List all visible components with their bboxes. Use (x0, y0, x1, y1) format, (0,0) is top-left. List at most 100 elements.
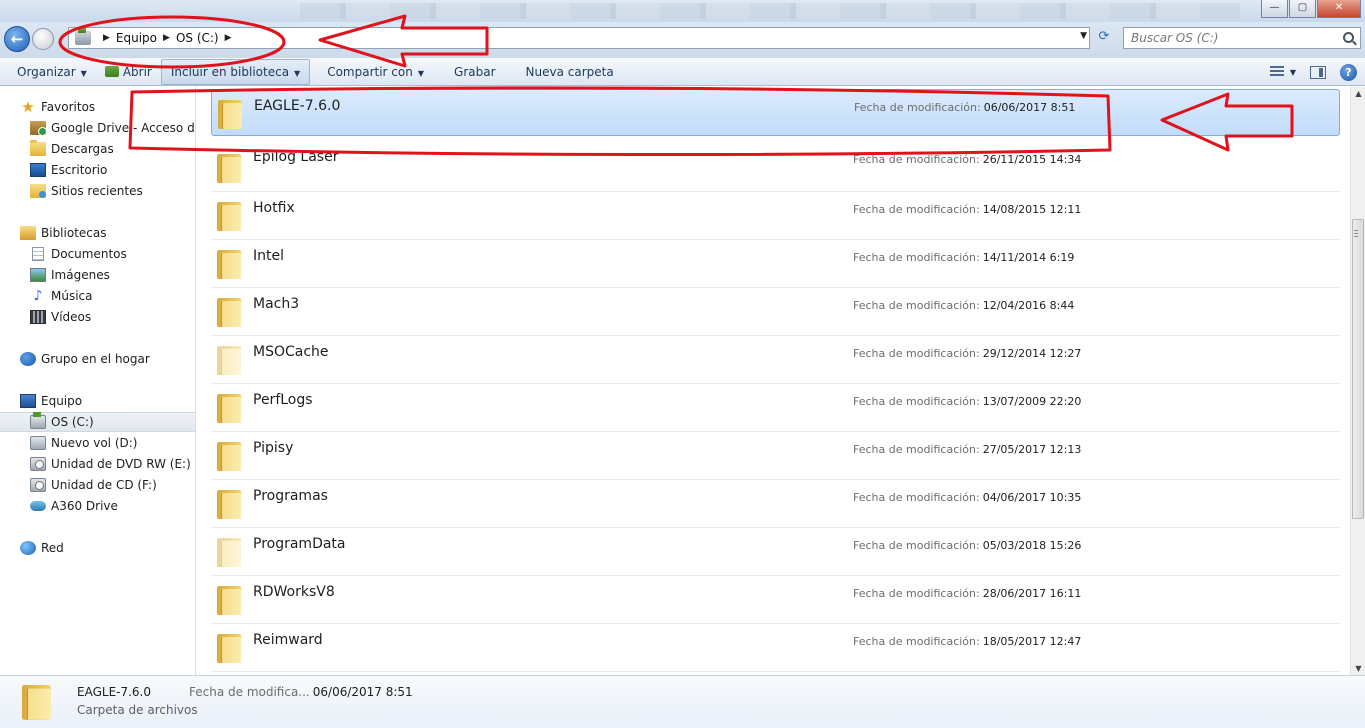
google-drive-icon (30, 121, 47, 136)
nav-label: Grupo en el hogar (41, 352, 150, 366)
nav-label: Descargas (51, 142, 114, 156)
change-view-button[interactable]: ▼ (1269, 66, 1296, 78)
file-row[interactable]: ProgramData Fecha de modificación: 05/03/… (211, 528, 1340, 576)
music-icon: ♪ (33, 288, 43, 304)
cd-drive-icon (30, 478, 46, 492)
file-date: Fecha de modificación: 26/11/2015 14:34 (853, 153, 1082, 166)
nav-downloads[interactable]: Descargas (0, 139, 195, 159)
nav-recent-places[interactable]: Sitios recientes (0, 181, 195, 201)
chevron-down-icon: ▼ (1289, 67, 1296, 77)
details-name: EAGLE-7.6.0 (77, 685, 152, 699)
nav-pictures[interactable]: Imágenes (0, 265, 195, 285)
file-row[interactable]: PerfLogs Fecha de modificación: 13/07/200… (211, 384, 1340, 432)
nav-videos[interactable]: Vídeos (0, 307, 195, 327)
file-name: PerfLogs (253, 392, 313, 408)
vertical-scrollbar[interactable]: ▲ ▼ (1350, 87, 1365, 675)
os-drive-icon (30, 412, 46, 429)
scroll-down-icon[interactable]: ▼ (1354, 664, 1363, 673)
refresh-icon[interactable]: ⟳ (1094, 29, 1114, 47)
nav-a360-drive[interactable]: A360 Drive (0, 496, 195, 516)
chevron-down-icon: ▼ (80, 68, 87, 78)
nav-label: Unidad de DVD RW (E:) 28 j (51, 457, 195, 471)
nav-label: Google Drive - Acceso directo (51, 121, 195, 135)
nav-documents[interactable]: Documentos (0, 244, 195, 264)
computer-icon (20, 394, 36, 408)
nav-desktop[interactable]: Escritorio (0, 160, 195, 180)
include-library-button[interactable]: Incluir en biblioteca ▼ (160, 58, 311, 85)
file-name: MSOCache (253, 344, 329, 360)
open-button[interactable]: Abrir (96, 59, 161, 85)
nav-homegroup[interactable]: Grupo en el hogar (0, 349, 195, 369)
video-icon (30, 310, 46, 324)
nav-label: Equipo (41, 394, 83, 408)
file-row[interactable]: Programas Fecha de modificación: 04/06/20… (211, 480, 1340, 528)
file-row[interactable]: Reimward Fecha de modificación: 18/05/201… (211, 624, 1340, 672)
file-list: EAGLE-7.6.0 Fecha de modificación: 06/06/… (197, 87, 1350, 675)
organize-button[interactable]: Organizar ▼ (8, 59, 96, 85)
nav-label: Nuevo vol (D:) (51, 436, 138, 450)
file-row[interactable]: Mach3 Fecha de modificación: 12/04/2016 8… (211, 288, 1340, 336)
nav-drive-f[interactable]: Unidad de CD (F:) (0, 475, 195, 495)
file-name: Epilog Laser (253, 149, 339, 165)
organize-label: Organizar (17, 64, 76, 79)
breadcrumb-chevron-icon[interactable]: ▶ (225, 33, 232, 43)
folder-icon (217, 298, 241, 327)
address-bar[interactable]: ▶ Equipo ▶ OS (C:) ▶ ▼ (68, 27, 1090, 49)
file-row[interactable]: MSOCache Fecha de modificación: 29/12/201… (211, 336, 1340, 384)
nav-drive-d[interactable]: Nuevo vol (D:) (0, 433, 195, 453)
nav-label: Vídeos (51, 310, 92, 324)
file-row[interactable]: EAGLE-7.6.0 Fecha de modificación: 06/06/… (211, 89, 1340, 136)
folder-icon (217, 202, 241, 231)
preview-pane-icon[interactable] (1310, 65, 1326, 79)
breadcrumb-chevron-icon[interactable]: ▶ (103, 33, 110, 43)
scroll-grip-icon (1354, 230, 1358, 238)
breadcrumb-drive-c[interactable]: OS (C:) (176, 31, 219, 45)
search-icon[interactable] (1343, 32, 1354, 43)
nav-network[interactable]: Red (0, 538, 195, 558)
new-folder-button[interactable]: Nueva carpeta (517, 59, 623, 85)
file-row[interactable]: Epilog Laser Fecha de modificación: 26/11… (211, 144, 1340, 192)
network-icon (20, 541, 36, 555)
file-name: RDWorksV8 (253, 584, 335, 600)
folder-icon (217, 634, 241, 663)
close-button[interactable]: ✕ (1317, 0, 1361, 18)
address-dropdown-icon[interactable]: ▼ (1080, 31, 1087, 41)
breadcrumb-computer[interactable]: Equipo (116, 31, 157, 45)
search-input[interactable]: Buscar OS (C:) (1123, 27, 1361, 49)
nav-libraries[interactable]: Bibliotecas (0, 223, 195, 243)
file-date: Fecha de modificación: 29/12/2014 12:27 (853, 347, 1082, 360)
breadcrumb-chevron-icon[interactable]: ▶ (163, 33, 170, 43)
file-row[interactable]: Hotfix Fecha de modificación: 14/08/2015 … (211, 192, 1340, 240)
scroll-up-icon[interactable]: ▲ (1354, 89, 1363, 98)
share-button[interactable]: Compartir con ▼ (318, 59, 433, 85)
chevron-down-icon: ▼ (417, 68, 425, 78)
folder-icon (217, 250, 241, 279)
file-row[interactable]: Intel Fecha de modificación: 14/11/2014 6… (211, 240, 1340, 288)
nav-music[interactable]: ♪ Música (0, 286, 195, 306)
nav-label: Sitios recientes (51, 184, 143, 198)
help-icon[interactable]: ? (1340, 63, 1357, 81)
nav-computer[interactable]: Equipo (0, 391, 195, 411)
open-icon (104, 65, 119, 77)
nav-label: OS (C:) (51, 415, 94, 429)
nav-favorites[interactable]: ★ Favoritos (0, 97, 195, 117)
file-date: Fecha de modificación: 04/06/2017 10:35 (853, 491, 1082, 504)
file-name: Intel (253, 248, 284, 264)
navigation-pane: ★ Favoritos Google Drive - Acceso directo… (0, 87, 196, 675)
nav-drive-e[interactable]: Unidad de DVD RW (E:) 28 j (0, 454, 195, 474)
back-button[interactable]: ← (4, 26, 30, 52)
nav-label: Documentos (51, 247, 127, 261)
nav-google-drive[interactable]: Google Drive - Acceso directo (0, 118, 195, 138)
forward-button[interactable] (32, 28, 54, 50)
file-date: Fecha de modificación: 12/04/2016 8:44 (853, 299, 1075, 312)
folder-icon (217, 394, 241, 423)
nav-drive-c[interactable]: OS (C:) (0, 412, 195, 432)
burn-button[interactable]: Grabar (445, 59, 505, 85)
file-row[interactable]: Pipisy Fecha de modificación: 27/05/2017 … (211, 432, 1340, 480)
maximize-button[interactable]: ▢ (1289, 0, 1316, 18)
window-controls: — ▢ ✕ (1261, 0, 1361, 18)
scroll-thumb[interactable] (1352, 219, 1364, 519)
file-row[interactable]: RDWorksV8 Fecha de modificación: 28/06/20… (211, 576, 1340, 624)
minimize-button[interactable]: — (1261, 0, 1288, 18)
library-icon (20, 226, 36, 240)
